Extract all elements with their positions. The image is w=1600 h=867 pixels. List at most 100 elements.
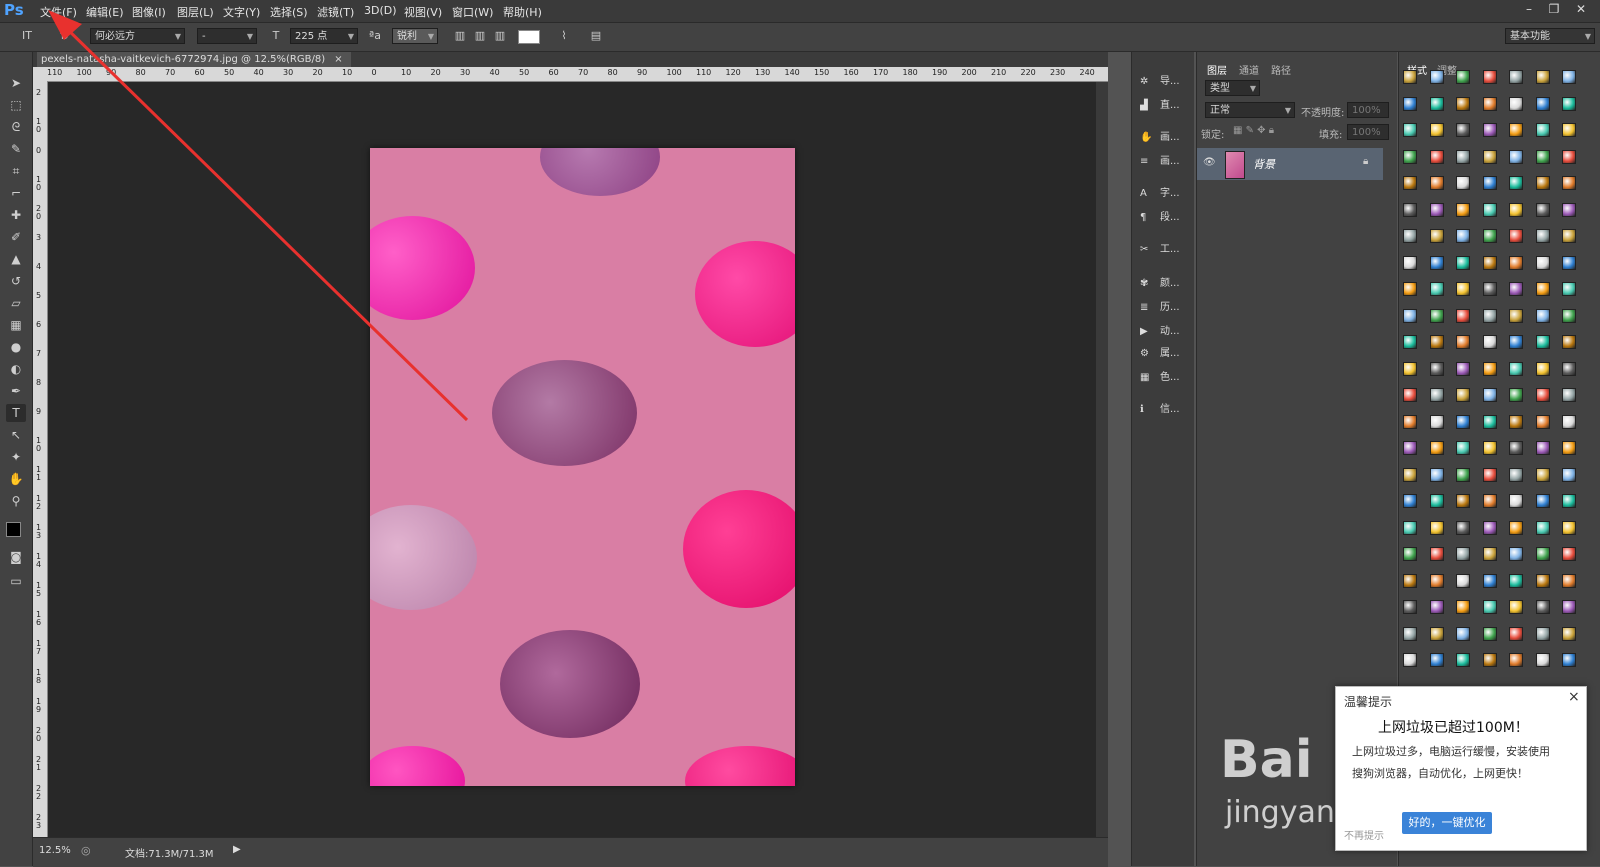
style-swatch[interactable] — [1429, 96, 1444, 111]
style-swatch[interactable] — [1429, 361, 1444, 376]
style-swatch[interactable] — [1403, 149, 1417, 164]
style-swatch[interactable] — [1429, 414, 1444, 429]
menu-filter[interactable]: 滤镜(T) — [317, 4, 354, 20]
style-swatch[interactable] — [1482, 255, 1497, 270]
style-swatch[interactable] — [1429, 149, 1444, 164]
style-swatch[interactable] — [1456, 96, 1470, 111]
antialias-select[interactable]: 锐利 ▼ — [392, 28, 438, 44]
eraser-tool-icon[interactable]: ▱ — [6, 294, 26, 312]
dock-panel-item[interactable]: ▦ 色... — [1140, 368, 1186, 384]
style-swatch[interactable] — [1429, 123, 1444, 137]
style-swatch[interactable] — [1456, 361, 1470, 376]
style-swatch[interactable] — [1456, 282, 1470, 296]
style-swatch[interactable] — [1403, 520, 1417, 535]
workspace-select[interactable]: 基本功能 ▼ — [1505, 28, 1595, 44]
style-swatch[interactable] — [1509, 626, 1523, 641]
style-swatch[interactable] — [1429, 441, 1444, 455]
style-swatch[interactable] — [1509, 123, 1523, 137]
style-swatch[interactable] — [1535, 600, 1550, 614]
style-swatch[interactable] — [1562, 573, 1576, 588]
style-swatch[interactable] — [1509, 308, 1523, 323]
style-swatch[interactable] — [1509, 414, 1523, 429]
crop-tool-icon[interactable]: ⌗ — [6, 162, 26, 180]
style-swatch[interactable] — [1429, 626, 1444, 641]
style-swatch[interactable] — [1562, 361, 1576, 376]
menu-help[interactable]: 帮助(H) — [503, 4, 542, 20]
style-swatch[interactable] — [1429, 229, 1444, 243]
style-swatch[interactable] — [1456, 335, 1470, 349]
style-swatch[interactable] — [1429, 335, 1444, 349]
style-swatch[interactable] — [1509, 441, 1523, 455]
dock-panel-item[interactable]: ¶ 段... — [1140, 208, 1186, 224]
style-swatch[interactable] — [1403, 176, 1417, 190]
style-swatch[interactable] — [1429, 388, 1444, 402]
style-swatch[interactable] — [1429, 202, 1444, 217]
path-select-tool-icon[interactable]: ↖ — [6, 426, 26, 444]
document-tab[interactable]: pexels-natasha-vaitkevich-6772974.jpg @ … — [37, 52, 351, 67]
style-swatch[interactable] — [1456, 176, 1470, 190]
align-right-icon[interactable]: ▥ — [492, 29, 508, 42]
tab-paths[interactable]: 路径 — [1271, 62, 1291, 77]
menu-window[interactable]: 窗口(W) — [452, 4, 493, 20]
style-swatch[interactable] — [1456, 626, 1470, 641]
style-swatch[interactable] — [1403, 229, 1417, 243]
blur-tool-icon[interactable]: ● — [6, 338, 26, 356]
style-swatch[interactable] — [1509, 202, 1523, 217]
style-swatch[interactable] — [1535, 308, 1550, 323]
zoom-level[interactable]: 12.5% — [39, 845, 71, 856]
style-swatch[interactable] — [1562, 282, 1576, 296]
style-swatch[interactable] — [1535, 149, 1550, 164]
style-swatch[interactable] — [1535, 414, 1550, 429]
style-swatch[interactable] — [1562, 600, 1576, 614]
style-swatch[interactable] — [1535, 282, 1550, 296]
tab-channels[interactable]: 通道 — [1239, 62, 1259, 77]
style-swatch[interactable] — [1429, 282, 1444, 296]
style-swatch[interactable] — [1429, 600, 1444, 614]
style-swatch[interactable] — [1456, 229, 1470, 243]
style-swatch[interactable] — [1509, 547, 1523, 561]
style-swatch[interactable] — [1456, 123, 1470, 137]
style-swatch[interactable] — [1482, 149, 1497, 164]
font-family-select[interactable]: 何必远方 ▼ — [90, 28, 185, 44]
style-swatch[interactable] — [1429, 653, 1444, 667]
style-swatch[interactable] — [1509, 653, 1523, 667]
layer-filter-select[interactable]: 类型 ▼ — [1205, 80, 1260, 96]
style-swatch[interactable] — [1456, 202, 1470, 217]
style-swatch[interactable] — [1535, 653, 1550, 667]
style-swatch[interactable] — [1535, 335, 1550, 349]
style-swatch[interactable] — [1509, 149, 1523, 164]
minimize-button[interactable]: – — [1520, 2, 1538, 18]
warp-text-icon[interactable]: ⌇ — [556, 29, 572, 42]
dock-panel-item[interactable]: ✾ 颜... — [1140, 274, 1186, 290]
style-swatch[interactable] — [1482, 653, 1497, 667]
style-swatch[interactable] — [1562, 229, 1576, 243]
style-swatch[interactable] — [1509, 361, 1523, 376]
character-panel-icon[interactable]: ▤ — [588, 29, 604, 42]
style-swatch[interactable] — [1535, 494, 1550, 508]
close-window-button[interactable]: ✕ — [1572, 2, 1590, 18]
style-swatch[interactable] — [1535, 361, 1550, 376]
style-swatch[interactable] — [1509, 176, 1523, 190]
style-swatch[interactable] — [1403, 441, 1417, 455]
style-swatch[interactable] — [1535, 520, 1550, 535]
opacity-field[interactable]: 100% — [1347, 102, 1389, 118]
style-swatch[interactable] — [1403, 335, 1417, 349]
style-swatch[interactable] — [1482, 520, 1497, 535]
style-swatch[interactable] — [1562, 123, 1576, 137]
lasso-tool-icon[interactable]: ᘓ — [6, 118, 26, 136]
style-swatch[interactable] — [1403, 626, 1417, 641]
style-swatch[interactable] — [1456, 467, 1470, 482]
style-swatch[interactable] — [1562, 335, 1576, 349]
style-swatch[interactable] — [1562, 520, 1576, 535]
align-center-icon[interactable]: ▥ — [472, 29, 488, 42]
style-swatch[interactable] — [1429, 176, 1444, 190]
text-color-swatch[interactable] — [518, 30, 540, 44]
style-swatch[interactable] — [1403, 600, 1417, 614]
quick-select-tool-icon[interactable]: ✎ — [6, 140, 26, 158]
type-tool-icon[interactable]: T — [6, 404, 26, 422]
layer-row-background[interactable]: 👁︎ 背景 🔒︎ — [1197, 148, 1383, 180]
style-swatch[interactable] — [1482, 573, 1497, 588]
eyedropper-tool-icon[interactable]: ⌐ — [6, 184, 26, 202]
style-swatch[interactable] — [1456, 573, 1470, 588]
move-tool-icon[interactable]: ➤ — [6, 74, 26, 92]
